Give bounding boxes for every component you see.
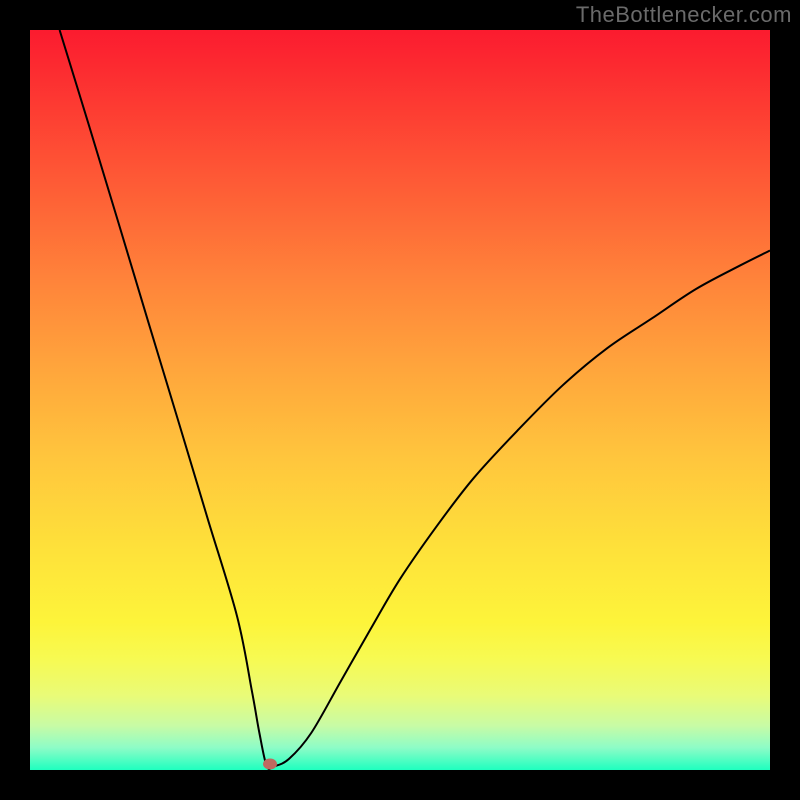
watermark-text: TheBottlenecker.com: [576, 2, 792, 28]
bottleneck-curve: [30, 30, 770, 770]
optimal-point-marker: [263, 759, 277, 770]
chart-frame: TheBottlenecker.com: [0, 0, 800, 800]
plot-area: [30, 30, 770, 770]
bottleneck-curve-path: [60, 30, 770, 769]
